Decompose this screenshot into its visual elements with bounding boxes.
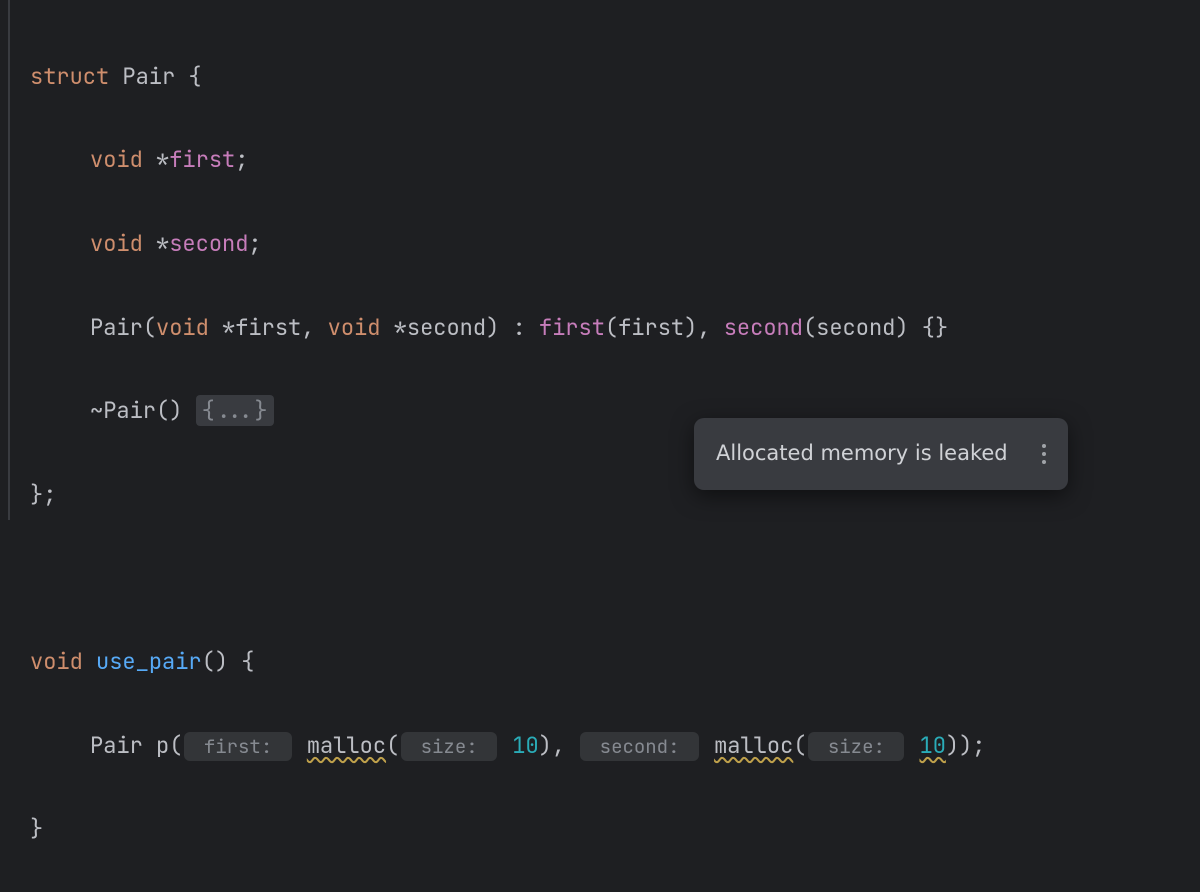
code-line[interactable]: } (30, 808, 1200, 850)
paren: ) (895, 313, 921, 342)
number: 10 (512, 731, 538, 760)
colon: : (499, 313, 539, 342)
call-malloc: malloc (714, 731, 793, 760)
var: p (143, 731, 169, 760)
code-line[interactable]: void use_pair() { (30, 641, 1200, 683)
paren: ( (793, 731, 806, 760)
gutter-line (8, 0, 10, 520)
arg: first (618, 313, 684, 342)
semi: ; (235, 145, 248, 174)
param: first (235, 313, 301, 342)
keyword-void: void (90, 229, 143, 258)
destructor: Pair (103, 396, 156, 425)
keyword-void: void (156, 313, 209, 342)
tooltip-text: Allocated memory is leaked (716, 434, 1008, 474)
close-brace: } (30, 814, 43, 843)
param: second (407, 313, 486, 342)
code-line[interactable]: struct Pair { (30, 56, 1200, 98)
arg: second (816, 313, 895, 342)
paren: )); (946, 731, 986, 760)
member-second: second (169, 229, 248, 258)
blank-line[interactable] (30, 557, 1200, 599)
comma: , (301, 313, 327, 342)
parens: () (156, 396, 196, 425)
rest: () { (202, 647, 255, 676)
member-first: first (169, 145, 235, 174)
inlay-hint[interactable]: size: (808, 732, 904, 761)
star: * (143, 145, 169, 174)
keyword-void: void (90, 145, 143, 174)
number: 10 (920, 731, 946, 760)
semi: ; (248, 229, 261, 258)
tilde: ~ (90, 396, 103, 425)
type-name: Pair (122, 62, 175, 91)
brace: { (175, 62, 201, 91)
init-member: first (539, 313, 605, 342)
paren: ( (169, 731, 182, 760)
type-ref: Pair (90, 731, 143, 760)
fold-placeholder[interactable]: {...} (196, 395, 274, 426)
paren: ( (605, 313, 618, 342)
inlay-hint[interactable]: second: (580, 732, 699, 761)
star: * (143, 229, 169, 258)
more-actions-icon[interactable] (1038, 440, 1050, 468)
paren: ( (386, 731, 399, 760)
paren: ( (803, 313, 816, 342)
star: * (380, 313, 406, 342)
function-name: use_pair (96, 647, 202, 676)
star: * (209, 313, 235, 342)
paren: ), (539, 731, 579, 760)
inlay-hint[interactable]: size: (401, 732, 497, 761)
code-line[interactable]: Pair p( first: malloc( size: 10), second… (30, 725, 1200, 767)
close-brace: }; (30, 480, 56, 509)
init-member: second (724, 313, 803, 342)
keyword-struct: struct (30, 62, 109, 91)
inspection-tooltip[interactable]: Allocated memory is leaked (694, 418, 1068, 490)
code-line[interactable]: void *second; (30, 223, 1200, 265)
keyword-void: void (328, 313, 381, 342)
keyword-void: void (30, 647, 83, 676)
code-line[interactable]: Pair(void *first, void *second) : first(… (30, 307, 1200, 349)
paren: ) (486, 313, 499, 342)
constructor: Pair (90, 313, 143, 342)
code-line[interactable]: void *first; (30, 139, 1200, 181)
paren: ( (143, 313, 156, 342)
inlay-hint[interactable]: first: (184, 732, 291, 761)
paren: ), (684, 313, 724, 342)
call-malloc: malloc (307, 731, 386, 760)
body: {} (922, 313, 948, 342)
